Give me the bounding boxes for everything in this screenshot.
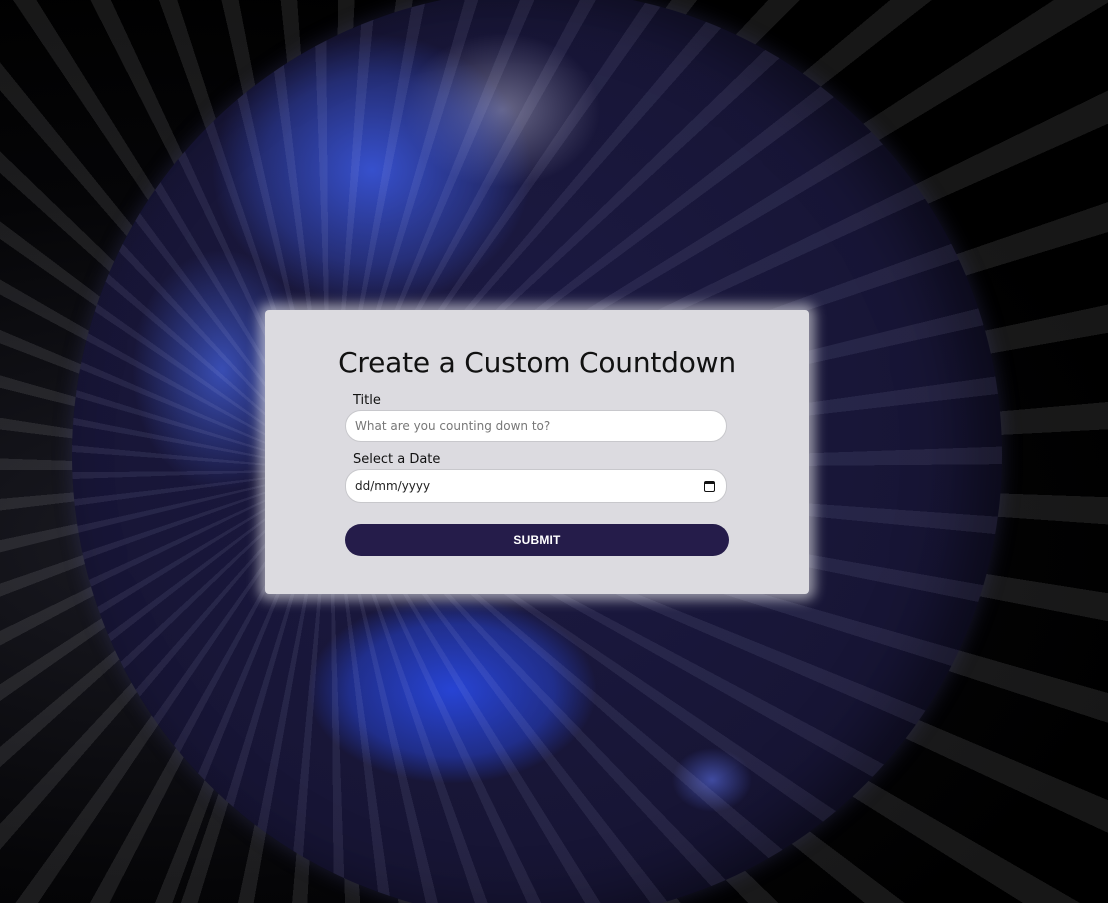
countdown-form: Create a Custom Countdown Title Select a… xyxy=(265,310,809,594)
background-scene: Create a Custom Countdown Title Select a… xyxy=(0,0,1108,903)
date-placeholder: dd/mm/yyyy xyxy=(355,479,431,493)
title-label: Title xyxy=(353,393,381,408)
date-label: Select a Date xyxy=(353,452,441,467)
date-input[interactable]: dd/mm/yyyy xyxy=(345,469,727,503)
calendar-icon[interactable] xyxy=(704,480,715,492)
title-input[interactable] xyxy=(345,410,727,442)
form-title: Create a Custom Countdown xyxy=(338,346,736,379)
submit-button[interactable]: SUBMIT xyxy=(345,524,729,556)
